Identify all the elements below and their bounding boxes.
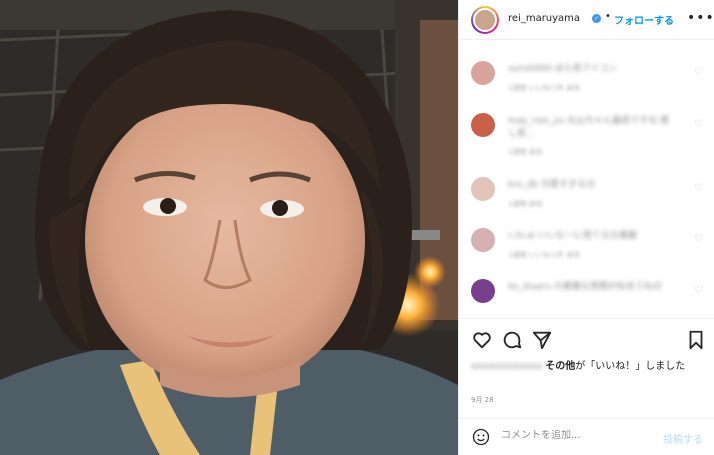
post-sidebar: rei_maruyama ✓ • フォローする ••• sunsh000 ほら見…	[458, 0, 714, 455]
likes-summary: xxxxxxxxxxxx その他が「いいね！」しました	[471, 359, 707, 375]
liker-username[interactable]: xxxxxxxxxxxx	[471, 361, 542, 372]
avatar-image	[473, 8, 497, 32]
likes-others-link[interactable]: その他	[545, 361, 575, 372]
likes-suffix: が「いいね！」しました	[575, 361, 686, 372]
comment-text: c.hi.ai いいなーに見てる😊素敵	[508, 231, 638, 241]
commenter-avatar[interactable]	[471, 113, 495, 137]
comment-input[interactable]	[501, 430, 651, 441]
post-header: rei_maruyama ✓ • フォローする •••	[459, 0, 714, 40]
comment-meta: 1週間 返信	[508, 200, 543, 208]
like-comment-heart-icon[interactable]: ♡	[694, 67, 703, 78]
post-actions	[459, 318, 714, 358]
like-comment-heart-icon[interactable]: ♡	[694, 119, 703, 130]
post-date[interactable]: 9月 28	[471, 395, 494, 405]
like-comment-heart-icon[interactable]: ♡	[694, 234, 703, 245]
verified-badge-icon: ✓	[592, 14, 601, 23]
comment-meta: 1週間 いいね!1件 返信	[508, 251, 581, 259]
follow-button[interactable]: フォローする	[614, 12, 674, 27]
like-comment-heart-icon[interactable]: ♡	[694, 183, 703, 194]
more-horizontal-icon[interactable]: •••	[687, 10, 714, 26]
commenter-avatar[interactable]	[471, 61, 495, 85]
like-heart-icon[interactable]	[471, 329, 493, 351]
comment-text: ko_ikuaru の素敵な笑顔が似合うね😊	[508, 282, 663, 292]
comment-text: may_nao_yu 丸山ちゃん最高ですね 癒し笑...	[508, 116, 670, 139]
share-paper-plane-icon[interactable]	[531, 329, 553, 351]
comments-list: sunsh000 ほら見アイコン 1週間 いいね!1件 返信 ♡ may_nao…	[459, 41, 714, 316]
post-photo[interactable]	[0, 0, 458, 455]
post-photo-image	[0, 0, 458, 455]
add-comment-bar: 投稿する	[459, 418, 714, 455]
commenter-avatar[interactable]	[471, 279, 495, 303]
comment-text: sunsh000 ほら見アイコン	[508, 64, 618, 74]
like-comment-heart-icon[interactable]: ♡	[694, 285, 703, 296]
comment-meta: 1週間 いいね!1件 返信	[508, 84, 581, 92]
separator-dot: •	[605, 11, 611, 22]
comment-bubble-icon[interactable]	[501, 329, 523, 351]
post-comment-button[interactable]: 投稿する	[663, 431, 703, 446]
commenter-avatar[interactable]	[471, 228, 495, 252]
save-bookmark-icon[interactable]	[685, 329, 707, 351]
profile-avatar[interactable]	[471, 6, 499, 34]
commenter-avatar[interactable]	[471, 177, 495, 201]
comment-meta: 1週間 返信	[508, 148, 543, 156]
comment-text: kro_db 可愛すぎる😊	[508, 180, 596, 190]
emoji-smile-icon[interactable]	[471, 427, 491, 447]
username-link[interactable]: rei_maruyama	[508, 13, 580, 24]
